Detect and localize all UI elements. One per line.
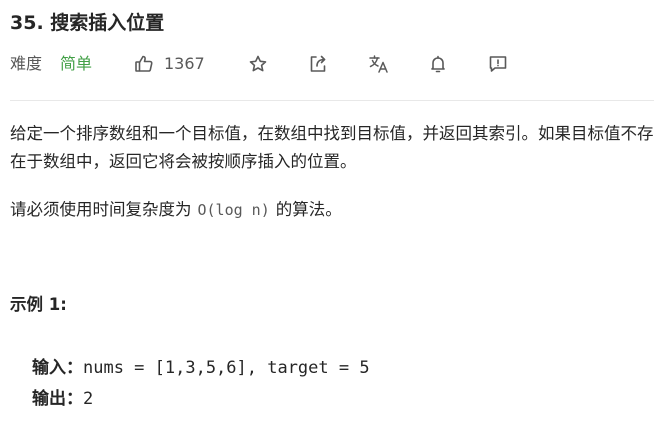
difficulty-badge: 简单	[60, 54, 93, 73]
problem-toolbar: 难度 简单 1367	[10, 52, 654, 76]
notify-button[interactable]	[428, 52, 448, 76]
share-button[interactable]	[308, 52, 328, 76]
feedback-icon	[488, 54, 508, 74]
problem-title: 35. 搜索插入位置	[10, 12, 165, 34]
like-count: 1367	[164, 54, 205, 73]
example-heading: 示例 1:	[10, 295, 67, 314]
complexity-suffix: 的算法。	[275, 200, 342, 219]
translate-icon	[368, 54, 390, 74]
example-input-value: nums = [1,3,5,6], target = 5	[83, 358, 370, 378]
favorite-button[interactable]	[248, 52, 268, 76]
complexity-code: O(log n)	[197, 201, 270, 219]
complexity-prefix: 请必须使用时间复杂度为	[10, 200, 192, 219]
star-icon	[248, 54, 268, 74]
example-output-value: 2	[83, 389, 94, 409]
like-button[interactable]: 1367	[134, 52, 205, 76]
example-input-line: 输入：nums = [1,3,5,6], target = 5	[32, 353, 370, 383]
bell-icon	[428, 54, 448, 74]
example-input-label: 输入：	[32, 358, 83, 378]
difficulty-label: 难度	[10, 54, 43, 73]
description-paragraph: 给定一个排序数组和一个目标值，在数组中找到目标值，并返回其索引。如果目标值不存在…	[10, 124, 654, 171]
feedback-button[interactable]	[488, 52, 508, 76]
translate-button[interactable]	[368, 52, 390, 76]
thumbs-up-icon	[134, 54, 164, 74]
header-divider	[10, 100, 654, 101]
complexity-requirement: 请必须使用时间复杂度为 O(log n) 的算法。	[10, 196, 656, 224]
share-icon	[308, 54, 328, 74]
example-output-label: 输出：	[32, 389, 83, 409]
example-output-line: 输出：2	[32, 384, 93, 414]
